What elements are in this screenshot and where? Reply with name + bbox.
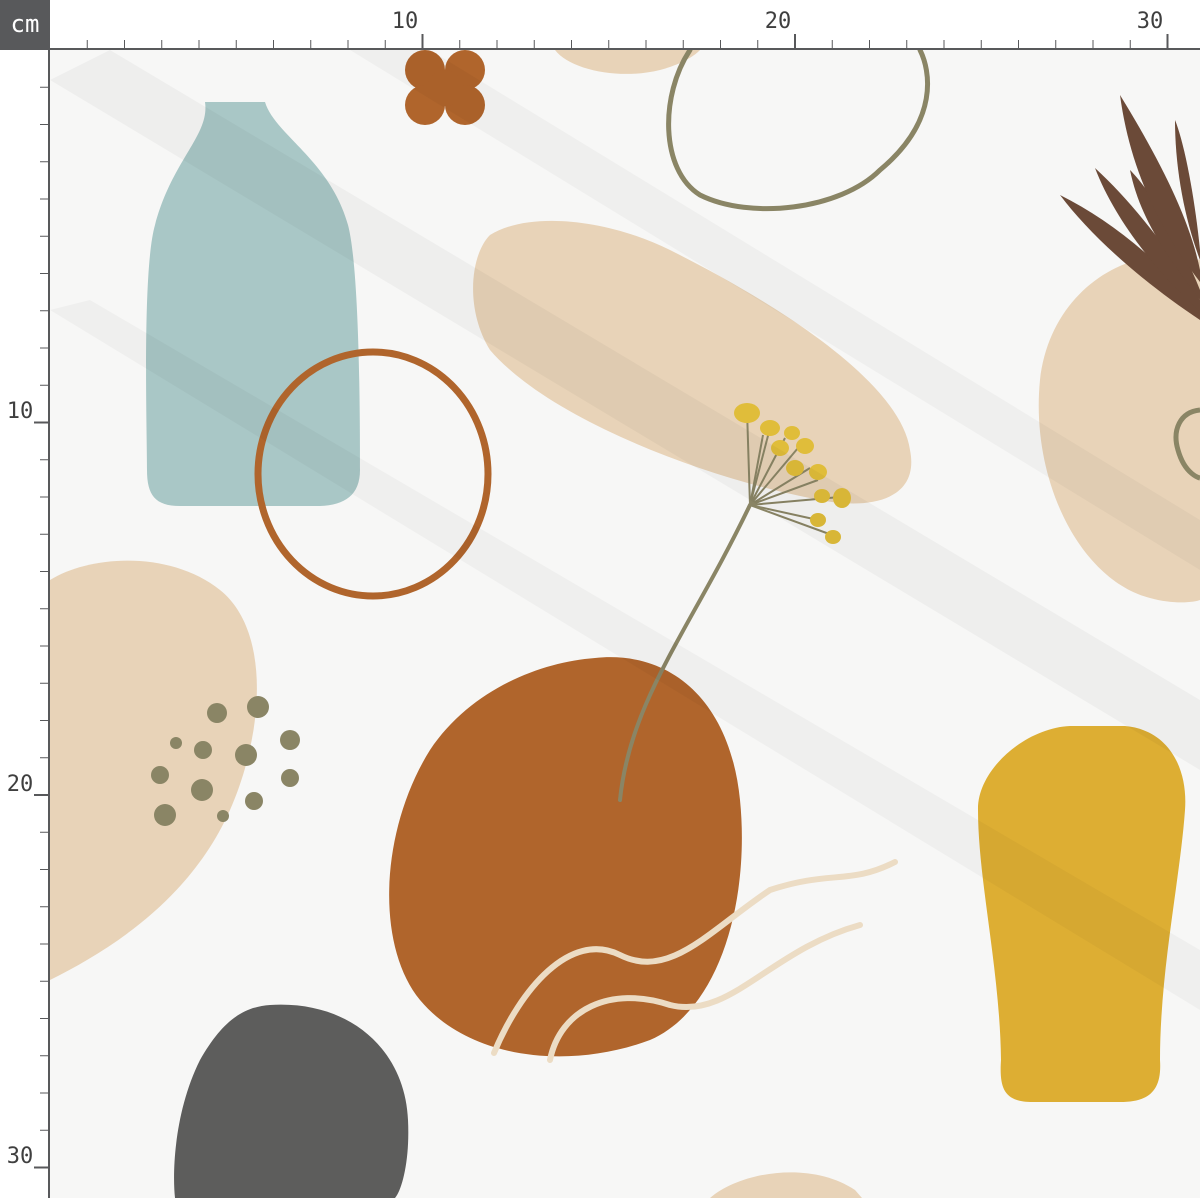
left-ruler-label-10: 10 [7,399,34,424]
top-ruler-label-10: 10 [392,9,419,34]
top-ruler-label-30: 30 [1137,9,1164,34]
top-ruler: 10 20 30 [50,0,1200,50]
left-ruler-label-30: 30 [7,1144,34,1169]
pattern-artwork [50,50,1200,1198]
left-ruler-scale: 10 20 30 [7,86,48,1169]
left-ruler: 10 20 30 [0,50,50,1198]
top-ruler-scale: 10 20 30 [86,9,1169,48]
top-ruler-label-20: 20 [765,9,792,34]
left-ruler-label-20: 20 [7,772,34,797]
fabric-pattern-preview [50,50,1200,1198]
unit-label: cm [0,0,50,50]
